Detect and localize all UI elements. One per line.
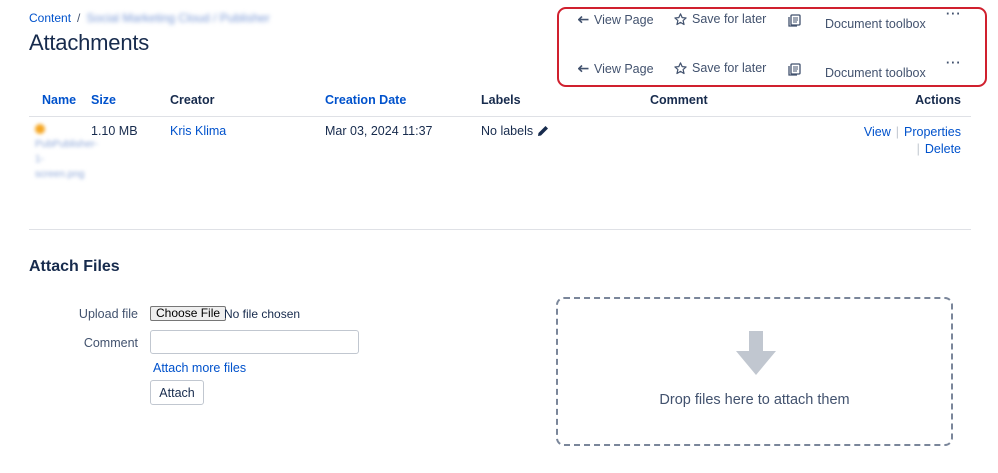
attach-button[interactable]: Attach <box>150 380 204 405</box>
document-toolbox-button[interactable]: Document toolbox <box>825 66 926 80</box>
comment-input[interactable] <box>150 330 359 354</box>
attachment-creation-date: Mar 03, 2024 11:37 <box>325 124 433 138</box>
delete-action-link[interactable]: Delete <box>925 141 961 158</box>
edit-pencil-icon[interactable] <box>537 125 549 137</box>
page-title: Attachments <box>29 30 150 55</box>
upload-file-label: Upload file <box>78 307 138 321</box>
choose-file-button[interactable]: Choose File <box>150 306 227 321</box>
view-page-button[interactable]: View Page <box>578 62 654 76</box>
view-page-label: View Page <box>594 62 654 76</box>
breadcrumb-separator: / <box>77 11 81 25</box>
column-header-name[interactable]: Name <box>42 93 76 107</box>
attachment-labels: No labels <box>481 124 549 138</box>
action-separator: | <box>916 142 920 156</box>
column-header-creator: Creator <box>170 93 215 107</box>
attachment-size: 1.10 MB <box>91 124 138 138</box>
column-header-creation-date[interactable]: Creation Date <box>325 93 406 107</box>
more-actions-icon[interactable]: ··· <box>946 56 962 70</box>
view-action-link[interactable]: View <box>864 124 891 141</box>
breadcrumb-content-link[interactable]: Content <box>29 11 71 25</box>
star-icon <box>674 12 687 26</box>
attachment-file-name-link[interactable]: PubPublisher-1-screen.png <box>35 122 98 182</box>
document-copy-icon <box>788 13 801 27</box>
save-for-later-button[interactable]: Save for later <box>674 61 766 75</box>
column-header-comment: Comment <box>650 93 708 107</box>
page-toolbar-duplicate: View Page Save for later Document toolbo… <box>578 56 978 80</box>
file-drop-zone[interactable]: Drop files here to attach them <box>556 297 953 446</box>
view-page-label: View Page <box>594 13 654 27</box>
page-copy-button[interactable] <box>788 13 801 27</box>
table-row: PubPublisher-1-screen.png 1.10 MB Kris K… <box>29 118 971 230</box>
view-page-button[interactable]: View Page <box>578 13 654 27</box>
document-copy-icon <box>788 62 801 76</box>
save-for-later-label: Save for later <box>692 12 767 26</box>
attachment-creator-link[interactable]: Kris Klima <box>170 124 226 138</box>
attachments-table-header: Name Size Creator Creation Date Labels C… <box>29 93 971 117</box>
document-toolbox-button[interactable]: Document toolbox <box>825 17 926 31</box>
attachment-file-name: PubPublisher-1-screen.png <box>35 139 98 180</box>
action-separator: | <box>895 125 900 139</box>
download-arrow-icon <box>736 331 776 375</box>
attach-more-files-link[interactable]: Attach more files <box>153 361 246 375</box>
save-for-later-button[interactable]: Save for later <box>674 12 766 26</box>
column-header-labels: Labels <box>481 93 521 107</box>
attachment-actions: View | Properties | Delete <box>864 124 961 158</box>
file-type-icon <box>35 124 45 135</box>
column-header-size[interactable]: Size <box>91 93 116 107</box>
breadcrumb-current-page-link[interactable]: Social Marketing Cloud / Publisher <box>86 11 269 25</box>
no-file-chosen-text: No file chosen <box>224 307 301 321</box>
breadcrumb: Content / Social Marketing Cloud / Publi… <box>29 11 270 25</box>
back-arrow-icon <box>578 64 589 74</box>
attach-files-heading: Attach Files <box>29 258 120 275</box>
more-actions-icon[interactable]: ··· <box>946 7 962 21</box>
back-arrow-icon <box>578 15 589 25</box>
save-for-later-label: Save for later <box>692 61 767 75</box>
page-toolbar: View Page Save for later Document toolbo… <box>578 7 978 31</box>
column-header-actions: Actions <box>915 93 961 107</box>
comment-label: Comment <box>83 336 138 350</box>
star-icon <box>674 61 687 75</box>
properties-action-link[interactable]: Properties <box>904 124 961 141</box>
labels-text: No labels <box>481 124 534 138</box>
page-copy-button[interactable] <box>788 62 801 76</box>
drop-zone-text: Drop files here to attach them <box>659 392 850 408</box>
